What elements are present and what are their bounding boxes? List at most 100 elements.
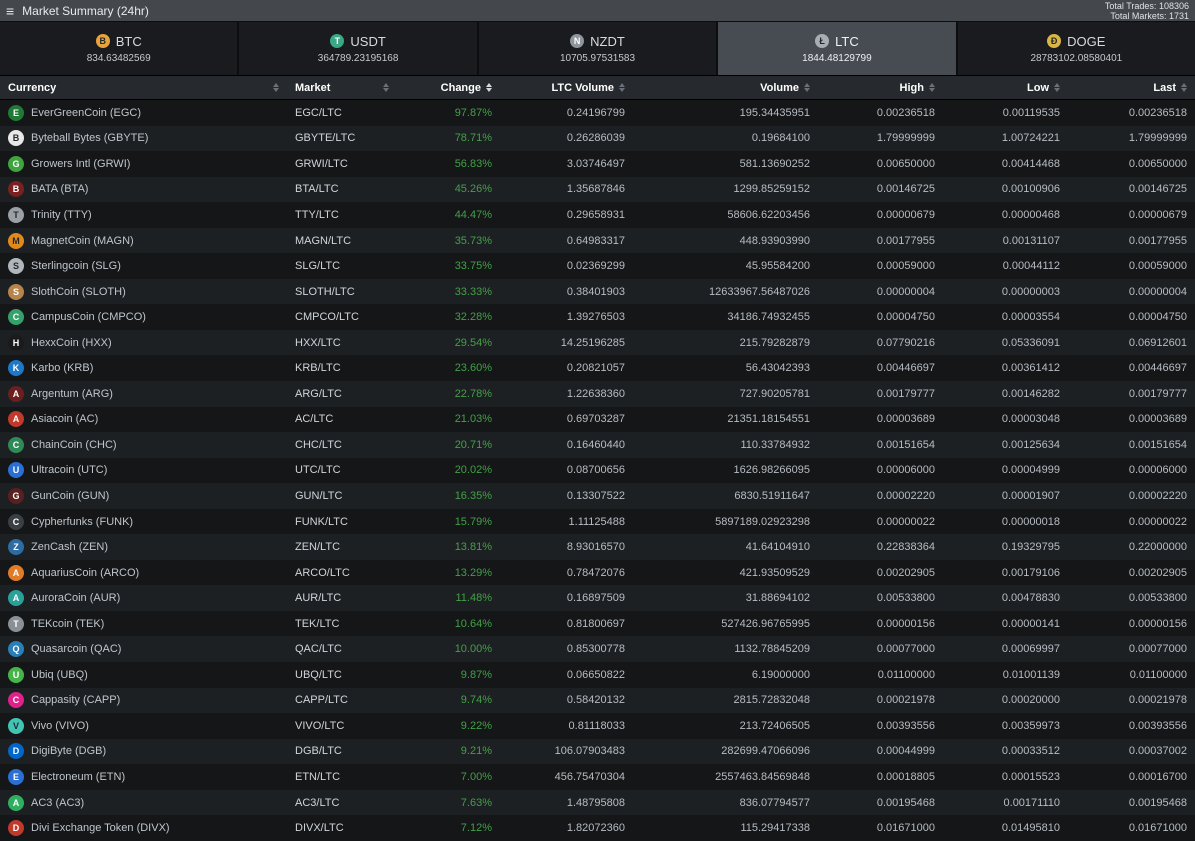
sort-icon xyxy=(804,83,810,92)
volume-cell: 41.64104910 xyxy=(745,541,810,554)
column-label: Low xyxy=(1027,81,1049,94)
menu-icon[interactable]: ≡ xyxy=(6,4,14,18)
table-row[interactable]: M MagnetCoin (MAGN) MAGN/LTC 35.73% 0.649833… xyxy=(0,227,1195,254)
tab-label: DOGE xyxy=(1067,33,1106,49)
low-cell: 0.01001139 xyxy=(1002,668,1060,681)
column-header-change[interactable]: Change xyxy=(397,76,500,99)
currency-cell: D Divi Exchange Token (DIVX) xyxy=(0,815,287,841)
coin-icon: C xyxy=(8,436,24,453)
change-cell: 9.22% xyxy=(460,719,492,732)
volume-cell: 6.19000000 xyxy=(751,668,810,681)
coin-icon: T xyxy=(8,615,24,632)
currency-cell: B Byteball Bytes (GBYTE) xyxy=(0,126,287,152)
last-cell: 0.00004750 xyxy=(1128,311,1187,324)
currency-name: Trinity (TTY) xyxy=(31,208,92,221)
table-row[interactable]: A Asiacoin (AC) AC/LTC 21.03% 0.69703287 2135… xyxy=(0,406,1195,433)
column-header-low[interactable]: Low xyxy=(943,76,1068,99)
table-row[interactable]: Q Quasarcoin (QAC) QAC/LTC 10.00% 0.85300778… xyxy=(0,636,1195,663)
ltc-volume-cell: 0.02369299 xyxy=(566,260,625,273)
market-tab-btc[interactable]: B BTC 834.63482569 xyxy=(0,22,240,75)
ltc-volume-cell: 1.22638360 xyxy=(566,387,625,400)
currency-name: Cappasity (CAPP) xyxy=(31,694,121,707)
ltc-volume-cell: 0.26286039 xyxy=(566,132,625,145)
last-cell: 0.06912601 xyxy=(1128,336,1187,349)
table-row[interactable]: A AC3 (AC3) AC3/LTC 7.63% 1.48795808 836.0779… xyxy=(0,789,1195,816)
table-row[interactable]: H HexxCoin (HXX) HXX/LTC 29.54% 14.25196285 2… xyxy=(0,329,1195,356)
low-cell: 0.00000018 xyxy=(1001,515,1060,528)
table-row[interactable]: U Ultracoin (UTC) UTC/LTC 20.02% 0.08700656 1… xyxy=(0,457,1195,484)
currency-cell: A AquariusCoin (ARCO) xyxy=(0,560,287,586)
table-row[interactable]: B Byteball Bytes (GBYTE) GBYTE/LTC 78.71% 0.… xyxy=(0,125,1195,152)
column-header-high[interactable]: High xyxy=(818,76,943,99)
high-cell: 0.00018805 xyxy=(876,770,935,783)
coin-icon: S xyxy=(8,258,24,275)
volume-cell: 115.29417338 xyxy=(740,822,810,835)
currency-cell: C CampusCoin (CMPCO) xyxy=(0,304,287,330)
ltc-volume-cell: 0.38401903 xyxy=(566,285,625,298)
market-tab-nzdt[interactable]: N NZDT 10705.97531583 xyxy=(479,22,719,75)
low-cell: 0.00119535 xyxy=(1002,106,1060,119)
column-header-last[interactable]: Last xyxy=(1068,76,1195,99)
table-row[interactable]: U Ubiq (UBQ) UBQ/LTC 9.87% 0.06650822 6.19000… xyxy=(0,662,1195,688)
currency-name: AquariusCoin (ARCO) xyxy=(31,566,140,579)
high-cell: 0.00044999 xyxy=(876,745,935,758)
ltc-volume-cell: 0.64983317 xyxy=(566,234,625,247)
coin-icon: S xyxy=(8,283,24,300)
table-row[interactable]: K Karbo (KRB) KRB/LTC 23.60% 0.20821057 56.43… xyxy=(0,355,1195,382)
table-row[interactable]: C ChainCoin (CHC) CHC/LTC 20.71% 0.16460440 1… xyxy=(0,432,1195,458)
change-cell: 33.75% xyxy=(454,260,492,273)
low-cell: 0.00044112 xyxy=(1002,260,1060,273)
table-row[interactable]: E EverGreenCoin (EGC) EGC/LTC 97.87% 0.24196… xyxy=(0,100,1195,126)
high-cell: 0.00006000 xyxy=(876,464,935,477)
ltc-volume-cell: 0.29658931 xyxy=(566,208,625,221)
market-cell: UTC/LTC xyxy=(295,464,341,477)
volume-cell: 215.79282879 xyxy=(739,336,810,349)
table-row[interactable]: S Sterlingcoin (SLG) SLG/LTC 33.75% 0.023692… xyxy=(0,253,1195,279)
change-cell: 7.00% xyxy=(460,770,492,783)
coin-icon: H xyxy=(8,334,24,351)
table-row[interactable]: G Growers Intl (GRWI) GRWI/LTC 56.83% 3.0374… xyxy=(0,151,1195,177)
table-row[interactable]: T Trinity (TTY) TTY/LTC 44.47% 0.29658931 586… xyxy=(0,202,1195,228)
table-row[interactable]: E Electroneum (ETN) ETN/LTC 7.00% 456.754703… xyxy=(0,764,1195,790)
table-row[interactable]: D DigiByte (DGB) DGB/LTC 9.21% 106.07903483 2… xyxy=(0,738,1195,765)
table-row[interactable]: A AquariusCoin (ARCO) ARCO/LTC 13.29% 0.7847… xyxy=(0,559,1195,586)
last-cell: 0.00195468 xyxy=(1128,796,1187,809)
column-header-currency[interactable]: Currency xyxy=(0,76,287,99)
coin-icon: C xyxy=(8,309,24,326)
tab-header: Ł LTC xyxy=(815,34,859,49)
table-row[interactable]: T TEKcoin (TEK) TEK/LTC 10.64% 0.81800697 527… xyxy=(0,610,1195,637)
total-markets-value: 1731 xyxy=(1168,10,1189,21)
table-row[interactable]: G GunCoin (GUN) GUN/LTC 16.35% 0.13307522 683… xyxy=(0,483,1195,509)
table-row[interactable]: C Cypherfunks (FUNK) FUNK/LTC 15.79% 1.11125… xyxy=(0,508,1195,535)
sort-icon xyxy=(1054,83,1060,92)
market-tab-usdt[interactable]: T USDT 364789.23195168 xyxy=(239,22,479,75)
table-row[interactable]: B BATA (BTA) BTA/LTC 45.26% 1.35687846 1299.8… xyxy=(0,176,1195,203)
table-row[interactable]: A AuroraCoin (AUR) AUR/LTC 11.48% 0.16897509… xyxy=(0,585,1195,611)
column-header-ltc-volume[interactable]: LTC Volume xyxy=(500,76,633,99)
currency-cell: M MagnetCoin (MAGN) xyxy=(0,228,287,254)
table-row[interactable]: V Vivo (VIVO) VIVO/LTC 9.22% 0.81118033 213.7… xyxy=(0,713,1195,739)
volume-cell: 45.95584200 xyxy=(745,260,810,273)
market-tab-doge[interactable]: Ð DOGE 28783102.08580401 xyxy=(958,22,1195,75)
table-row[interactable]: C CampusCoin (CMPCO) CMPCO/LTC 32.28% 1.3927… xyxy=(0,304,1195,330)
currency-name: HexxCoin (HXX) xyxy=(31,336,112,349)
table-row[interactable]: Z ZenCash (ZEN) ZEN/LTC 13.81% 8.93016570 41.… xyxy=(0,534,1195,560)
usdt-coin-icon: T xyxy=(330,34,345,48)
market-tab-ltc[interactable]: Ł LTC 1844.48129799 xyxy=(718,22,958,75)
volume-cell: 2557463.84569848 xyxy=(715,770,810,783)
last-cell: 0.00202905 xyxy=(1128,566,1187,579)
table-row[interactable]: C Cappasity (CAPP) CAPP/LTC 9.74% 0.58420132… xyxy=(0,687,1195,714)
table-row[interactable]: S SlothCoin (SLOTH) SLOTH/LTC 33.33% 0.38401… xyxy=(0,278,1195,305)
change-cell: 9.74% xyxy=(460,694,492,707)
column-header-market[interactable]: Market xyxy=(287,76,397,99)
low-cell: 0.00000141 xyxy=(1001,617,1060,630)
volume-cell: 836.07794577 xyxy=(739,796,810,809)
column-header-volume[interactable]: Volume xyxy=(633,76,818,99)
volume-cell: 6830.51911647 xyxy=(734,489,810,502)
table-row[interactable]: D Divi Exchange Token (DIVX) DIVX/LTC 7.12%… xyxy=(0,815,1195,841)
table-row[interactable]: A Argentum (ARG) ARG/LTC 22.78% 1.22638360 72… xyxy=(0,381,1195,407)
ltc-volume-cell: 1.35687846 xyxy=(566,183,625,196)
market-cell: GUN/LTC xyxy=(295,489,343,502)
totals-summary: Total Trades: 108306 Total Markets: 1731 xyxy=(1105,1,1189,21)
market-cell: SLG/LTC xyxy=(295,260,341,273)
